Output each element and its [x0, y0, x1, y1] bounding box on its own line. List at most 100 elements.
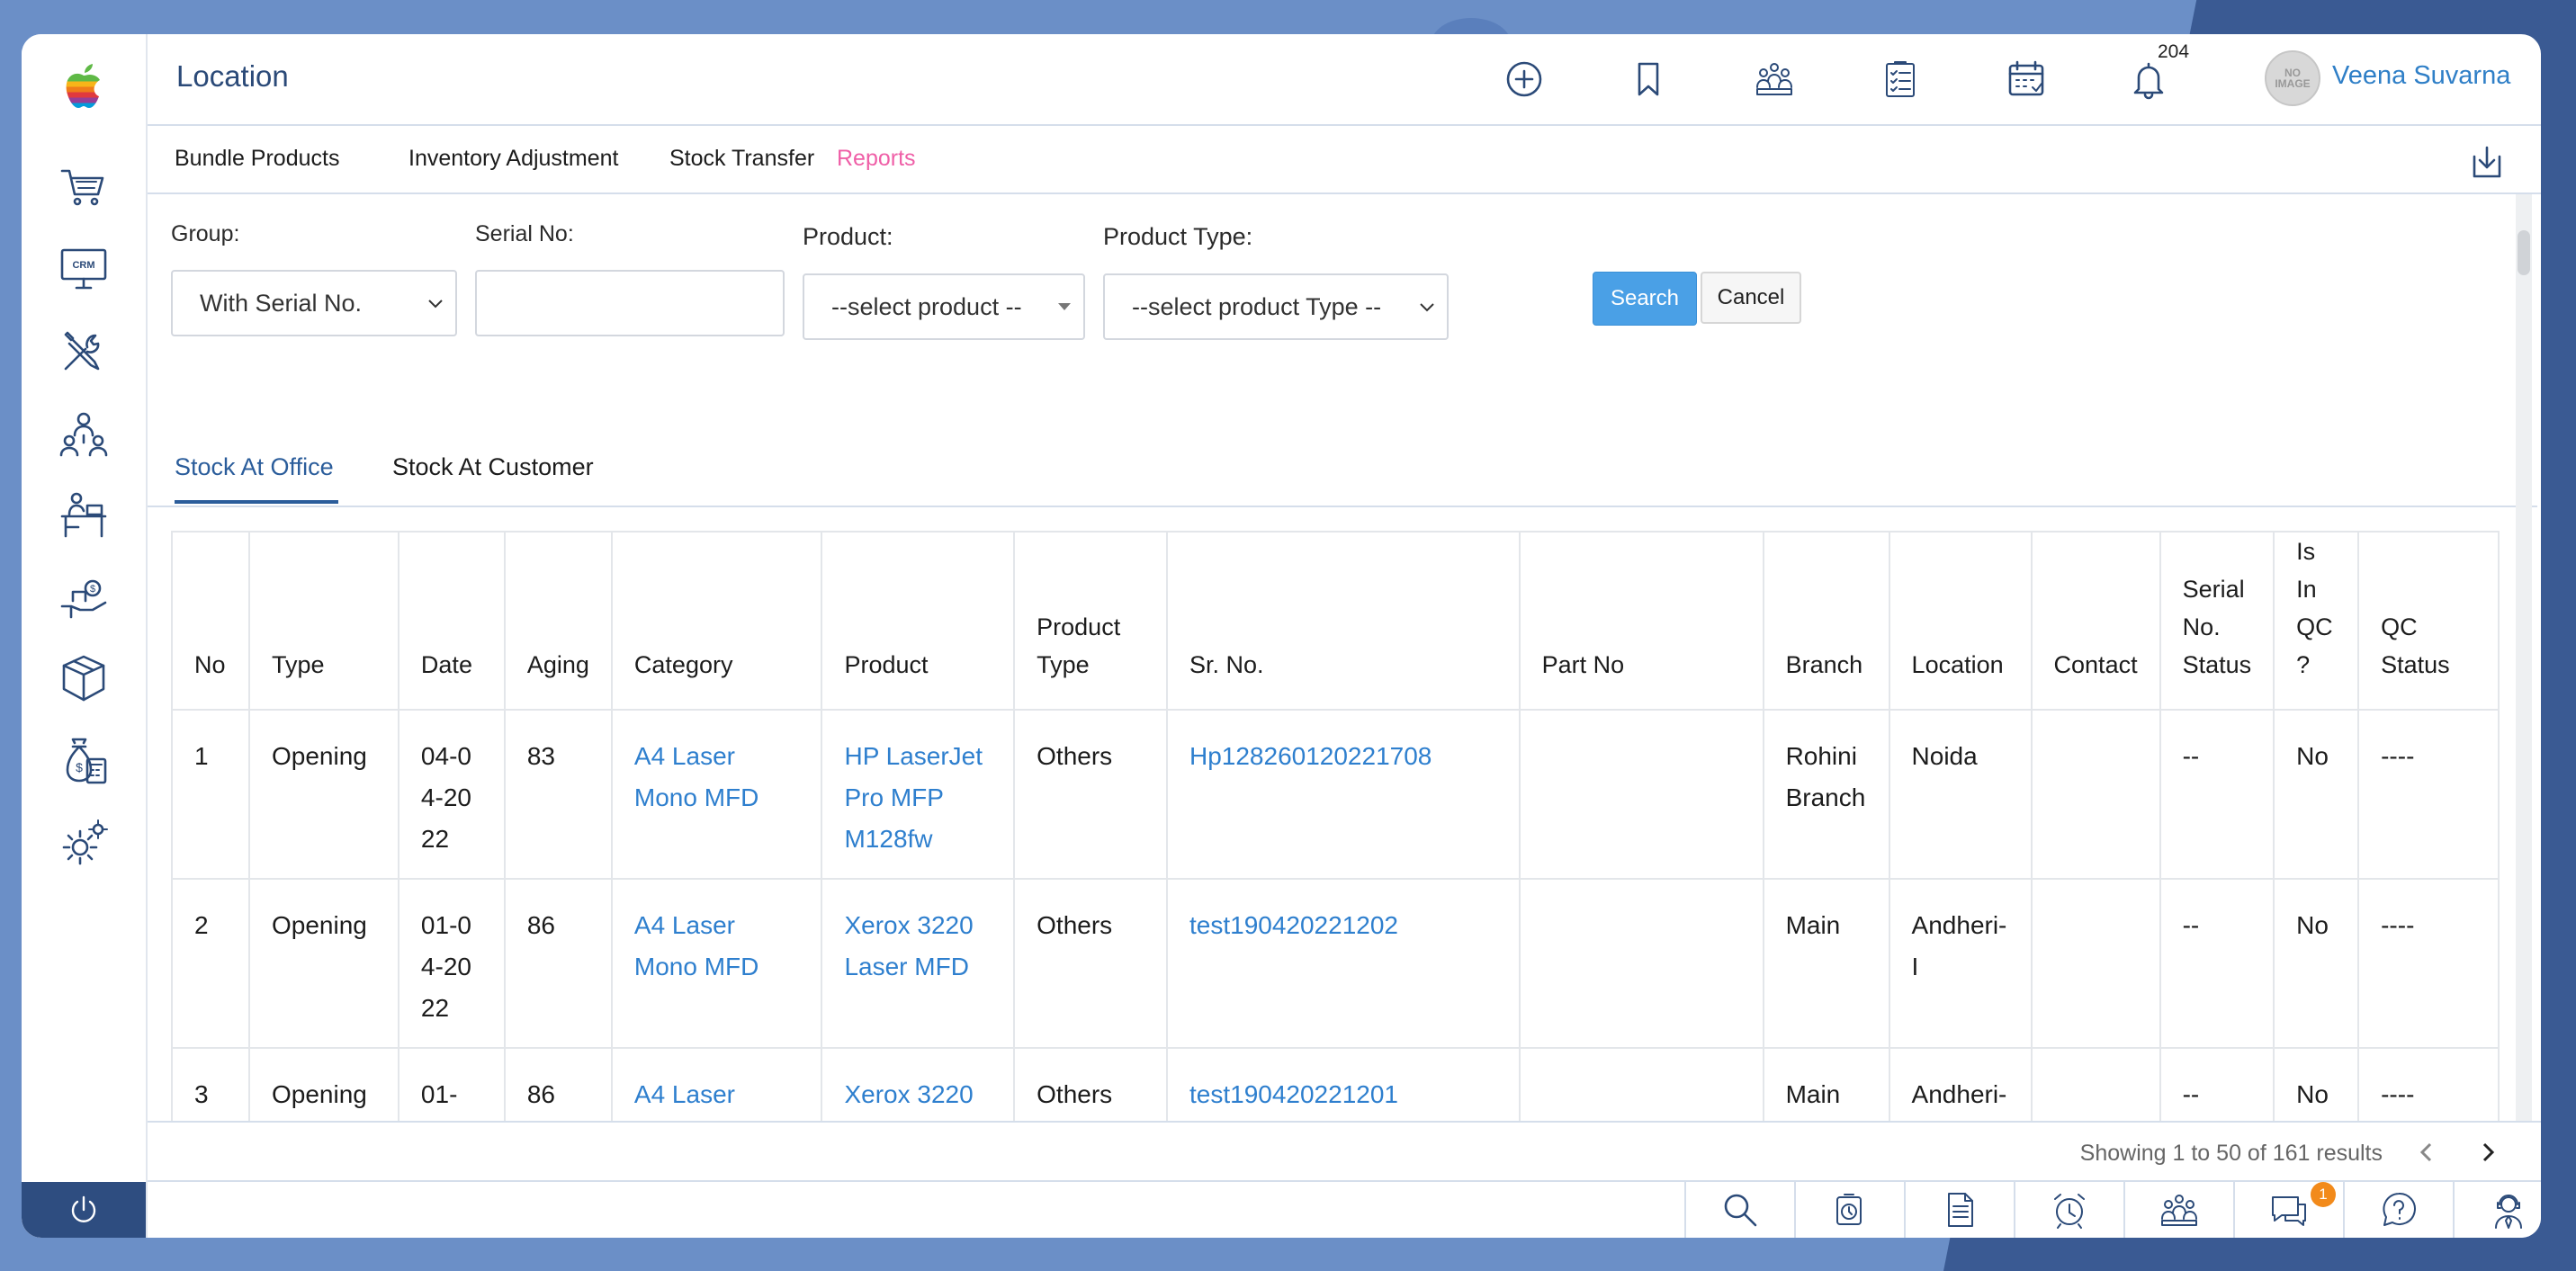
document-icon[interactable]	[1904, 1182, 2014, 1238]
cell-aging: 83	[503, 709, 613, 880]
notification-count: 204	[2158, 41, 2190, 62]
column-header[interactable]: Product	[821, 531, 1016, 711]
money-calculator-icon[interactable]: $	[53, 730, 114, 792]
table-row[interactable]: 2 Opening 01-04-2022 86 A4 Laser Mono MF…	[171, 878, 2500, 1049]
cell-type: Opening	[247, 709, 399, 880]
cell-product-link[interactable]: Xerox 3220 Laser MFD	[821, 878, 1016, 1049]
table-row[interactable]: 1 Opening 04-04-2022 83 A4 Laser Mono MF…	[171, 709, 2500, 880]
chat-unread-badge: 1	[2311, 1182, 2336, 1207]
group-meeting-icon[interactable]	[2123, 1182, 2233, 1238]
avatar[interactable]: NO IMAGE	[2265, 50, 2320, 106]
subnav-reports[interactable]: Reports	[837, 146, 916, 172]
cell-contact	[2030, 1047, 2161, 1121]
caret-down-icon	[1058, 303, 1071, 310]
meeting-icon[interactable]	[1749, 54, 1800, 104]
chevron-left-icon[interactable]	[2413, 1139, 2440, 1166]
scrollbar-thumb[interactable]	[2518, 230, 2530, 275]
serial-no-input[interactable]	[475, 270, 785, 336]
table-row[interactable]: 3 Opening 01- 86 A4 Laser Xerox 3220 Oth…	[171, 1047, 2500, 1121]
column-header[interactable]: QC Status	[2357, 531, 2500, 711]
cancel-button[interactable]: Cancel	[1701, 272, 1801, 324]
cell-date: 01-	[397, 1047, 506, 1121]
chat-icon[interactable]: 1	[2233, 1182, 2343, 1238]
group-label: Group:	[171, 221, 240, 246]
export-download-icon[interactable]	[2467, 142, 2507, 182]
column-header[interactable]: Serial No. Status	[2159, 531, 2275, 711]
sub-navigation: Bundle Products Inventory Adjustment Sto…	[148, 126, 2541, 194]
cell-in-qc: No	[2273, 1047, 2360, 1121]
active-tab-indicator	[175, 500, 338, 504]
alarm-clock-icon[interactable]	[2014, 1182, 2123, 1238]
cell-serial-link[interactable]: test190420221202	[1165, 878, 1521, 1049]
subnav-inventory-adjustment[interactable]: Inventory Adjustment	[408, 146, 618, 172]
calendar-icon[interactable]	[2001, 54, 2051, 104]
column-header[interactable]: Sr. No.	[1165, 531, 1521, 711]
user-name[interactable]: Veena Suvarna	[2332, 61, 2510, 91]
column-header[interactable]: Location	[1888, 531, 2033, 711]
cell-category-link[interactable]: A4 Laser Mono MFD	[610, 878, 823, 1049]
column-header[interactable]: Category	[610, 531, 823, 711]
column-header[interactable]: No	[171, 531, 250, 711]
tab-stock-at-office[interactable]: Stock At Office	[175, 453, 334, 481]
chevron-right-icon[interactable]	[2474, 1139, 2501, 1166]
group-select[interactable]: With Serial No.	[171, 270, 457, 336]
search-button[interactable]: Search	[1593, 272, 1697, 326]
cell-product-type: Others	[1013, 709, 1168, 880]
stock-table: No Type Date Aging Category Product Prod…	[171, 531, 2500, 1121]
cell-branch: Rohini Branch	[1762, 709, 1890, 880]
tools-icon[interactable]	[53, 320, 114, 381]
package-box-icon[interactable]	[53, 648, 114, 709]
cell-aging: 86	[503, 1047, 613, 1121]
pagination-bar: Showing 1 to 50 of 161 results	[148, 1121, 2541, 1180]
subnav-bundle-products[interactable]: Bundle Products	[175, 146, 339, 172]
subnav-stock-transfer[interactable]: Stock Transfer	[669, 146, 814, 172]
cell-branch: Main	[1762, 878, 1890, 1049]
cell-category-link[interactable]: A4 Laser Mono MFD	[610, 709, 823, 880]
crm-monitor-icon[interactable]: CRM	[53, 237, 114, 299]
settings-gears-icon[interactable]	[53, 813, 114, 874]
cell-serial-link[interactable]: Hp128260120221708	[1165, 709, 1521, 880]
cell-date: 04-04-2022	[397, 709, 506, 880]
tab-stock-at-customer[interactable]: Stock At Customer	[392, 453, 594, 481]
column-header[interactable]: Type	[247, 531, 399, 711]
column-header[interactable]: Is In QC ?	[2273, 531, 2360, 711]
power-button[interactable]	[22, 1182, 146, 1238]
main-panel: Location 204 NO IMAGE Veena Suvarna Bund…	[148, 34, 2541, 1238]
vertical-scrollbar[interactable]	[2516, 194, 2532, 1121]
product-type-select[interactable]: --select product Type --	[1103, 273, 1449, 340]
column-header[interactable]: Date	[397, 531, 506, 711]
cell-no: 2	[171, 878, 250, 1049]
bookmark-icon[interactable]	[1623, 54, 1674, 104]
team-icon[interactable]	[53, 403, 114, 464]
task-list-icon[interactable]	[1875, 54, 1925, 104]
column-header[interactable]: Part No	[1518, 531, 1764, 711]
product-select-value: --select product --	[831, 292, 1022, 320]
workstation-icon[interactable]	[53, 484, 114, 545]
cell-no: 3	[171, 1047, 250, 1121]
cell-in-qc: No	[2273, 709, 2360, 880]
column-header[interactable]: Branch	[1762, 531, 1890, 711]
timer-icon[interactable]	[1794, 1182, 1904, 1238]
page-title: Location	[176, 59, 289, 93]
cell-serial-link[interactable]: test190420221201	[1165, 1047, 1521, 1121]
column-header[interactable]: Product Type	[1013, 531, 1168, 711]
global-search-icon[interactable]	[1684, 1182, 1794, 1238]
shopping-cart-icon[interactable]	[53, 157, 114, 218]
cell-part-no	[1518, 709, 1764, 880]
cell-qc-status: ----	[2357, 709, 2500, 880]
chevron-down-icon	[428, 300, 443, 309]
support-agent-icon[interactable]	[2453, 1182, 2541, 1238]
add-circle-icon[interactable]	[1499, 54, 1549, 104]
cell-category-link[interactable]: A4 Laser	[610, 1047, 823, 1121]
money-hand-icon[interactable]: $	[53, 567, 114, 628]
help-icon[interactable]	[2343, 1182, 2453, 1238]
column-header[interactable]: Aging	[503, 531, 613, 711]
cell-product-type: Others	[1013, 878, 1168, 1049]
apple-logo-icon[interactable]	[53, 56, 114, 117]
cell-product-link[interactable]: HP LaserJet Pro MFP M128fw	[821, 709, 1016, 880]
cell-serial-status: --	[2159, 1047, 2275, 1121]
product-select[interactable]: --select product --	[803, 273, 1085, 340]
column-header[interactable]: Contact	[2030, 531, 2161, 711]
cell-product-link[interactable]: Xerox 3220	[821, 1047, 1016, 1121]
results-summary: Showing 1 to 50 of 161 results	[2079, 1141, 2383, 1166]
